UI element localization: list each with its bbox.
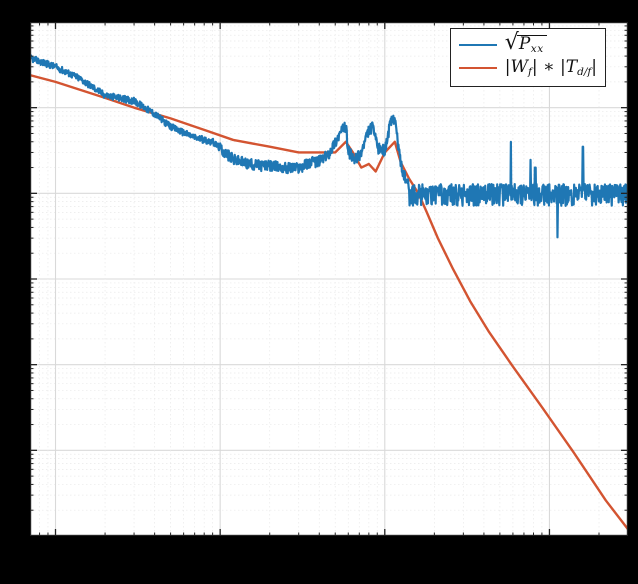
series-wf-tdf — [30, 75, 628, 529]
legend-swatch — [459, 67, 497, 69]
chart-container: √Pxx |Wf| ∗ |Td/f| — [0, 0, 638, 584]
legend-swatch — [459, 44, 497, 46]
legend-entry-wf-tdf: |Wf| ∗ |Td/f| — [459, 56, 597, 80]
plot-svg — [30, 22, 628, 536]
legend: √Pxx |Wf| ∗ |Td/f| — [450, 28, 606, 87]
plot-area: √Pxx |Wf| ∗ |Td/f| — [30, 22, 628, 536]
legend-label: √Pxx — [505, 34, 547, 55]
legend-entry-pxx: √Pxx — [459, 33, 597, 56]
legend-label: |Wf| ∗ |Td/f| — [505, 57, 597, 79]
